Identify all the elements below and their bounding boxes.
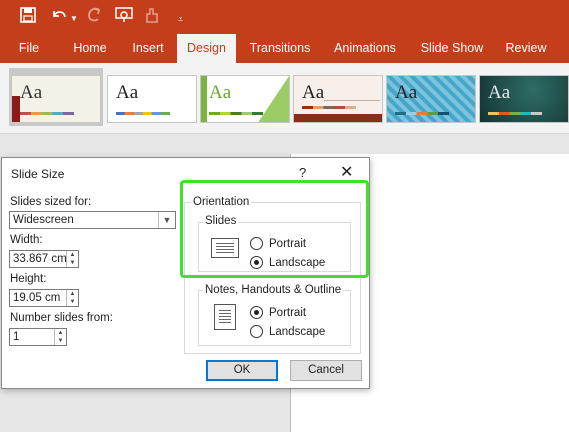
slides-sized-for-select[interactable]: Widescreen ▼ — [9, 211, 176, 229]
cancel-button[interactable]: Cancel — [290, 360, 362, 381]
height-field[interactable]: 19.05 cm ▲ ▼ — [9, 289, 79, 307]
design-ribbon: Aa Aa Aa Aa Aa Aa — [0, 63, 569, 134]
theme-label: Aa — [488, 82, 511, 103]
width-label: Width: — [10, 234, 43, 246]
theme-accent — [324, 100, 380, 101]
customize-qat-icon[interactable]: ⩡ — [178, 10, 183, 28]
tab-review[interactable]: Review — [498, 34, 554, 63]
theme-label: Aa — [20, 82, 43, 103]
notes-portrait-label[interactable]: Portrait — [269, 307, 306, 319]
spin-arrows-icon[interactable]: ▲ ▼ — [54, 329, 66, 345]
theme-accent — [257, 76, 289, 122]
number-slides-from-label: Number slides from: — [10, 312, 113, 324]
theme-color-bars — [395, 112, 449, 115]
save-icon[interactable] — [20, 7, 36, 28]
width-value: 33.867 cm — [13, 253, 67, 265]
slides-sized-for-value: Widescreen — [13, 214, 74, 226]
orientation-highlight-box — [180, 180, 369, 278]
help-button[interactable]: ? — [299, 165, 306, 180]
tab-slide-show[interactable]: Slide Show — [414, 34, 490, 63]
chevron-down-icon[interactable]: ▼ — [158, 212, 175, 228]
ok-button[interactable]: OK — [206, 360, 278, 381]
theme-thumb-5[interactable]: Aa — [386, 75, 476, 123]
spin-arrows-icon[interactable]: ▲ ▼ — [66, 251, 78, 267]
spin-arrows-icon[interactable]: ▲ ▼ — [66, 290, 78, 306]
height-label: Height: — [10, 273, 47, 285]
height-value: 19.05 cm — [13, 292, 61, 304]
slides-sized-for-label: Slides sized for: — [10, 196, 92, 208]
theme-accent — [201, 76, 207, 122]
tab-file[interactable]: File — [8, 34, 50, 63]
redo-icon — [86, 7, 102, 28]
theme-thumb-1[interactable]: Aa — [11, 75, 101, 123]
notes-landscape-radio[interactable] — [250, 325, 263, 338]
present-from-start-icon[interactable] — [114, 7, 134, 28]
theme-accent — [12, 96, 20, 122]
theme-color-bars — [209, 112, 263, 115]
notes-group-title: Notes, Handouts & Outline — [203, 284, 344, 296]
undo-dropdown-icon[interactable]: ▼ — [70, 10, 78, 28]
theme-color-bars — [116, 112, 170, 115]
theme-thumb-3[interactable]: Aa — [200, 75, 290, 123]
ribbon-tabs: File Home Insert Design Transitions Anim… — [0, 34, 569, 63]
theme-color-bars — [302, 106, 356, 109]
notes-landscape-label[interactable]: Landscape — [269, 326, 325, 338]
theme-thumb-4[interactable]: Aa — [293, 75, 383, 123]
theme-color-bars — [20, 112, 74, 115]
theme-label: Aa — [302, 82, 325, 103]
notes-portrait-radio[interactable] — [250, 306, 263, 319]
tab-animations[interactable]: Animations — [326, 34, 404, 63]
number-slides-from-value: 1 — [13, 331, 20, 343]
undo-icon[interactable] — [50, 7, 68, 28]
theme-label: Aa — [116, 82, 139, 103]
theme-thumb-2[interactable]: Aa — [107, 75, 197, 123]
tab-home[interactable]: Home — [64, 34, 116, 63]
portrait-page-icon — [214, 304, 236, 330]
theme-label: Aa — [209, 82, 232, 103]
close-icon[interactable]: ✕ — [340, 162, 353, 182]
tab-insert[interactable]: Insert — [122, 34, 174, 63]
theme-thumb-6[interactable]: Aa — [479, 75, 569, 123]
touch-mode-icon — [144, 7, 160, 28]
number-slides-from-field[interactable]: 1 ▲ ▼ — [9, 328, 67, 346]
title-bar: ▼ ⩡ — [0, 0, 569, 34]
theme-accent — [294, 114, 382, 122]
dialog-title: Slide Size — [11, 167, 65, 181]
theme-color-bars — [488, 112, 542, 115]
tab-design[interactable]: Design — [177, 34, 236, 63]
width-field[interactable]: 33.867 cm ▲ ▼ — [9, 250, 79, 268]
tab-transitions[interactable]: Transitions — [244, 34, 316, 63]
theme-label: Aa — [395, 82, 418, 103]
